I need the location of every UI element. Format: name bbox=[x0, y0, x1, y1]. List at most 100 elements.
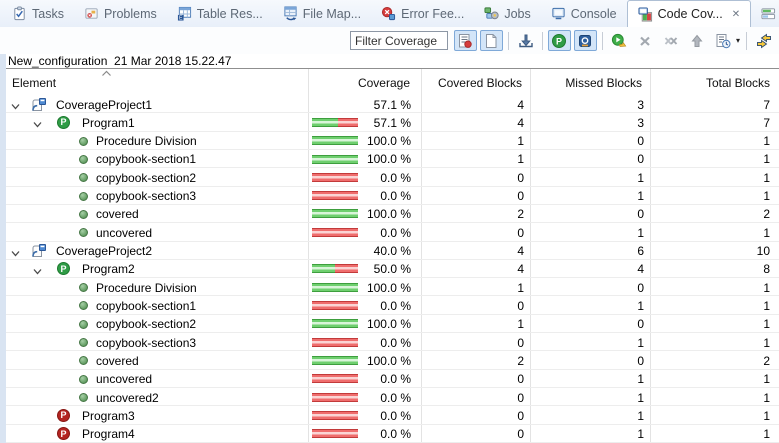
tab-error-fee[interactable]: Error Fee... bbox=[371, 0, 474, 27]
chevron-down-icon[interactable] bbox=[10, 99, 21, 110]
coverage-bar-covered bbox=[312, 319, 358, 328]
coverage-bar-missed bbox=[312, 173, 358, 182]
problems-icon bbox=[84, 6, 99, 21]
tree-row-copybook-section1[interactable]: copybook-section1100.0 %101 bbox=[0, 150, 779, 168]
coverage-bar-missed bbox=[312, 393, 358, 402]
missed-blocks-value: 1 bbox=[637, 336, 644, 350]
tree-row-uncovered[interactable]: uncovered0.0 %011 bbox=[0, 370, 779, 388]
element-label: copybook-section2 bbox=[96, 317, 196, 331]
coverage-value: 100.0 % bbox=[367, 317, 411, 331]
covered-blocks-value: 4 bbox=[517, 98, 524, 112]
tab-label: Error Fee... bbox=[401, 7, 464, 21]
relaunch-coverage-button[interactable] bbox=[608, 30, 631, 51]
list-red-dot-icon bbox=[457, 33, 473, 49]
tree-row-coverageproject1[interactable]: CoverageProject157.1 %437 bbox=[0, 95, 779, 113]
tree-row-procedure-division[interactable]: Procedure Division100.0 %101 bbox=[0, 132, 779, 150]
show-programs-button[interactable]: P bbox=[548, 30, 571, 51]
tree-row-procedure-division[interactable]: Procedure Division100.0 %101 bbox=[0, 278, 779, 296]
tree-row-uncovered2[interactable]: uncovered20.0 %011 bbox=[0, 388, 779, 406]
tab-tasks[interactable]: Tasks bbox=[2, 0, 74, 27]
tab-label: Console bbox=[571, 7, 617, 21]
tree-row-covered[interactable]: covered100.0 %202 bbox=[0, 351, 779, 369]
coverage-bar-covered bbox=[312, 136, 358, 145]
tab-file-map[interactable]: File Map... bbox=[273, 0, 371, 27]
tree-row-covered[interactable]: covered100.0 %202 bbox=[0, 205, 779, 223]
chevron-down-icon[interactable] bbox=[32, 264, 43, 275]
tab-jobs[interactable]: Jobs bbox=[474, 0, 540, 27]
covered-blocks-value: 0 bbox=[517, 299, 524, 313]
tab-label: Tasks bbox=[32, 7, 64, 21]
covered-blocks-value: 4 bbox=[517, 244, 524, 258]
coverage-bar-covered bbox=[312, 155, 358, 164]
missed-blocks-value: 1 bbox=[637, 372, 644, 386]
show-objects-button[interactable] bbox=[574, 30, 597, 51]
tab-table-res[interactable]: ETable Res... bbox=[167, 0, 273, 27]
filter-coverage-input[interactable] bbox=[350, 31, 448, 50]
coverage-value: 100.0 % bbox=[367, 152, 411, 166]
tasks-icon bbox=[12, 6, 27, 21]
coverage-bar bbox=[312, 411, 358, 420]
tree-row-copybook-section3[interactable]: copybook-section30.0 %011 bbox=[0, 333, 779, 351]
import-session-button[interactable] bbox=[514, 30, 537, 51]
missed-blocks-value: 1 bbox=[637, 391, 644, 405]
total-blocks-value: 1 bbox=[763, 226, 770, 240]
filter-markers-button[interactable] bbox=[454, 30, 477, 51]
coverage-bar bbox=[312, 283, 358, 292]
element-label: Procedure Division bbox=[96, 134, 197, 148]
left-gutter bbox=[0, 54, 6, 443]
session-menu-button[interactable] bbox=[712, 30, 735, 51]
missed-blocks-value: 4 bbox=[637, 262, 644, 276]
coverage-bar-missed bbox=[335, 264, 358, 273]
tab-label: Jobs bbox=[504, 7, 530, 21]
covered-blocks-value: 4 bbox=[517, 116, 524, 130]
tree-row-uncovered[interactable]: uncovered0.0 %011 bbox=[0, 223, 779, 241]
tab-progress[interactable]: Progress bbox=[751, 0, 779, 27]
column-header-missed-blocks[interactable]: Missed Blocks bbox=[565, 76, 642, 90]
tab-console[interactable]: Console bbox=[541, 0, 627, 27]
covered-blocks-value: 4 bbox=[517, 262, 524, 276]
missed-blocks-value: 1 bbox=[637, 226, 644, 240]
tab-code-cov[interactable]: Code Cov...✕ bbox=[627, 0, 751, 27]
element-label: CoverageProject2 bbox=[56, 244, 152, 258]
coverage-bar bbox=[312, 319, 358, 328]
chevron-down-icon[interactable] bbox=[10, 246, 21, 257]
coverage-bar bbox=[312, 173, 358, 182]
chevron-down-icon[interactable] bbox=[32, 117, 43, 128]
tree-row-program1[interactable]: PProgram157.1 %437 bbox=[0, 113, 779, 131]
coverage-value: 100.0 % bbox=[367, 354, 411, 368]
missed-blocks-value: 1 bbox=[637, 409, 644, 423]
coverage-value: 100.0 % bbox=[367, 134, 411, 148]
tree-row-coverageproject2[interactable]: CoverageProject240.0 %4610 bbox=[0, 242, 779, 260]
coverage-bar-missed bbox=[312, 228, 358, 237]
tree-row-program3[interactable]: PProgram30.0 %011 bbox=[0, 406, 779, 424]
coverage-grid: Element Coverage Covered Blocks Missed B… bbox=[0, 69, 779, 443]
coverage-bar bbox=[312, 264, 358, 273]
tree-row-copybook-section3[interactable]: copybook-section30.0 %011 bbox=[0, 187, 779, 205]
tree-row-program2[interactable]: PProgram250.0 %448 bbox=[0, 260, 779, 278]
tab-label: File Map... bbox=[303, 7, 361, 21]
column-header-total-blocks[interactable]: Total Blocks bbox=[706, 76, 770, 90]
coverage-bar bbox=[312, 301, 358, 310]
missed-blocks-value: 1 bbox=[637, 299, 644, 313]
code-coverage-icon bbox=[638, 7, 653, 22]
coverage-bar bbox=[312, 118, 358, 127]
coverage-value: 100.0 % bbox=[367, 207, 411, 221]
column-header-element[interactable]: Element bbox=[12, 76, 56, 90]
column-header-coverage[interactable]: Coverage bbox=[358, 76, 410, 90]
tab-problems[interactable]: Problems bbox=[74, 0, 167, 27]
tree-row-program4[interactable]: PProgram40.0 %011 bbox=[0, 425, 779, 443]
link-with-selection-button[interactable] bbox=[752, 30, 775, 51]
close-icon[interactable]: ✕ bbox=[732, 9, 740, 20]
tree-row-copybook-section2[interactable]: copybook-section2100.0 %101 bbox=[0, 315, 779, 333]
column-header-covered-blocks[interactable]: Covered Blocks bbox=[438, 76, 522, 90]
total-blocks-value: 1 bbox=[763, 171, 770, 185]
coverage-value: 50.0 % bbox=[374, 262, 411, 276]
tree-row-copybook-section2[interactable]: copybook-section20.0 %011 bbox=[0, 168, 779, 186]
covered-blocks-value: 0 bbox=[517, 189, 524, 203]
show-files-button[interactable] bbox=[480, 30, 503, 51]
tree-row-copybook-section1[interactable]: copybook-section10.0 %011 bbox=[0, 296, 779, 314]
coverage-value: 57.1 % bbox=[374, 116, 411, 130]
total-blocks-value: 7 bbox=[763, 98, 770, 112]
coverage-bar bbox=[312, 356, 358, 365]
dropdown-caret-icon[interactable]: ▾ bbox=[736, 36, 740, 45]
